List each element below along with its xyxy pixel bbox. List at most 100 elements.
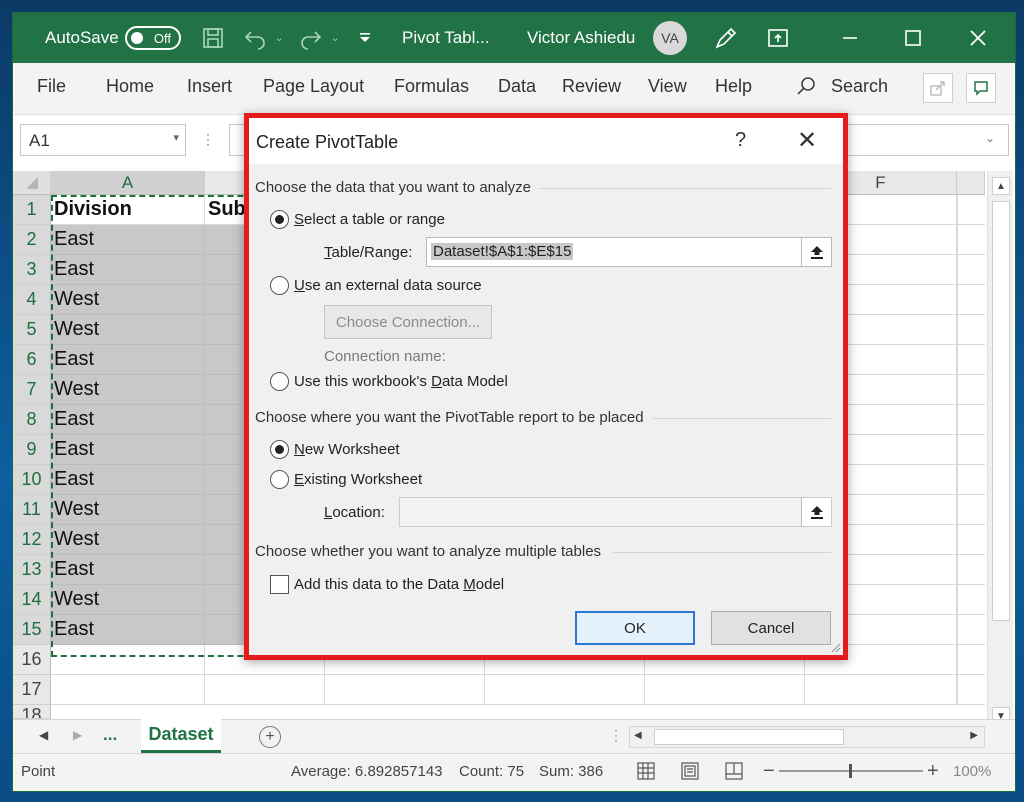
row-header[interactable]: 9 bbox=[13, 435, 51, 465]
choose-connection-button[interactable]: Choose Connection... bbox=[324, 305, 492, 339]
row-header[interactable]: 10 bbox=[13, 465, 51, 495]
add-data-model-checkbox[interactable] bbox=[270, 575, 289, 594]
more-sheets-button[interactable]: ... bbox=[103, 725, 117, 745]
undo-icon[interactable] bbox=[243, 13, 267, 63]
row-header[interactable]: 18 bbox=[13, 705, 51, 719]
zoom-level[interactable]: 100% bbox=[953, 754, 991, 788]
minimize-icon[interactable] bbox=[841, 13, 859, 63]
tab-file[interactable]: File bbox=[37, 63, 66, 109]
status-sum[interactable]: Sum: 386 bbox=[539, 754, 603, 788]
row-header[interactable]: 8 bbox=[13, 405, 51, 435]
cell[interactable]: West bbox=[51, 375, 205, 405]
dialog-close-icon[interactable]: ✕ bbox=[797, 126, 817, 155]
help-icon[interactable]: ? bbox=[735, 129, 746, 152]
row-header[interactable]: 15 bbox=[13, 615, 51, 645]
add-sheet-icon[interactable]: + bbox=[259, 726, 281, 748]
tab-data[interactable]: Data bbox=[498, 63, 536, 109]
ok-button[interactable]: OK bbox=[575, 611, 695, 645]
row-header[interactable]: 1 bbox=[13, 195, 51, 225]
redo-icon[interactable] bbox=[299, 13, 323, 63]
horizontal-scroll-thumb[interactable] bbox=[654, 729, 844, 745]
cell[interactable]: West bbox=[51, 495, 205, 525]
collapse-dialog-icon[interactable] bbox=[801, 498, 831, 526]
share-icon[interactable] bbox=[923, 73, 953, 103]
normal-view-icon[interactable] bbox=[637, 754, 655, 788]
pen-icon[interactable] bbox=[713, 13, 739, 63]
cell-a1[interactable]: Division bbox=[51, 195, 205, 225]
cell[interactable]: East bbox=[51, 555, 205, 585]
cell[interactable]: West bbox=[51, 585, 205, 615]
row-header[interactable]: 12 bbox=[13, 525, 51, 555]
radio-new-worksheet[interactable] bbox=[270, 440, 289, 459]
search-icon[interactable] bbox=[795, 63, 817, 109]
zoom-out-icon[interactable]: − bbox=[763, 754, 775, 788]
column-header-a[interactable]: A bbox=[51, 171, 205, 195]
sheet-tab-dataset[interactable]: Dataset bbox=[141, 719, 221, 753]
comments-icon[interactable] bbox=[966, 73, 996, 103]
radio-existing-worksheet[interactable] bbox=[270, 470, 289, 489]
column-g-cells[interactable] bbox=[957, 195, 985, 705]
row-header[interactable]: 3 bbox=[13, 255, 51, 285]
row-header[interactable]: 5 bbox=[13, 315, 51, 345]
cell[interactable] bbox=[805, 675, 957, 705]
autosave-toggle[interactable]: Off bbox=[125, 13, 181, 63]
radio-new-worksheet-label[interactable]: New Worksheet bbox=[294, 441, 400, 458]
user-name[interactable]: Victor Ashiedu bbox=[527, 13, 635, 63]
row-header[interactable]: 6 bbox=[13, 345, 51, 375]
row-header[interactable]: 11 bbox=[13, 495, 51, 525]
scroll-right-icon[interactable]: ▶ bbox=[970, 730, 978, 741]
tab-page-layout[interactable]: Page Layout bbox=[263, 63, 364, 109]
cell[interactable]: West bbox=[51, 525, 205, 555]
name-box[interactable]: A1 ▾ bbox=[20, 124, 186, 156]
radio-data-model-label[interactable]: Use this workbook's Data Model bbox=[294, 373, 508, 390]
expand-formula-icon[interactable]: ⌄ bbox=[985, 131, 995, 145]
row-header[interactable]: 4 bbox=[13, 285, 51, 315]
select-all-corner[interactable] bbox=[13, 171, 51, 195]
add-data-model-label[interactable]: Add this data to the Data Model bbox=[294, 576, 504, 593]
cell[interactable]: East bbox=[51, 435, 205, 465]
tab-help[interactable]: Help bbox=[715, 63, 752, 109]
radio-external-source[interactable] bbox=[270, 276, 289, 295]
ribbon-display-icon[interactable] bbox=[767, 13, 789, 63]
undo-dropdown-icon[interactable]: ⌄ bbox=[275, 13, 283, 63]
search-box[interactable]: Search bbox=[831, 63, 888, 109]
table-range-input[interactable]: Dataset!$A$1:$E$15 bbox=[426, 237, 832, 267]
radio-external-source-label[interactable]: Use an external data source bbox=[294, 277, 482, 294]
page-layout-view-icon[interactable] bbox=[681, 754, 699, 788]
close-icon[interactable] bbox=[969, 13, 987, 63]
redo-dropdown-icon[interactable]: ⌄ bbox=[331, 13, 339, 63]
cell[interactable]: West bbox=[51, 285, 205, 315]
cell[interactable] bbox=[485, 675, 645, 705]
row-header[interactable]: 14 bbox=[13, 585, 51, 615]
cell[interactable]: East bbox=[51, 345, 205, 375]
collapse-dialog-icon[interactable] bbox=[801, 238, 831, 266]
cell[interactable] bbox=[51, 675, 205, 705]
cell[interactable]: East bbox=[51, 225, 205, 255]
location-input[interactable] bbox=[399, 497, 832, 527]
vertical-scroll-thumb[interactable] bbox=[992, 201, 1010, 621]
cancel-button[interactable]: Cancel bbox=[711, 611, 831, 645]
row-header[interactable]: 16 bbox=[13, 645, 51, 675]
page-break-view-icon[interactable] bbox=[725, 754, 743, 788]
tab-insert[interactable]: Insert bbox=[187, 63, 232, 109]
row-header[interactable]: 7 bbox=[13, 375, 51, 405]
cell[interactable]: West bbox=[51, 315, 205, 345]
column-header-g[interactable] bbox=[957, 171, 985, 195]
cell[interactable] bbox=[325, 675, 485, 705]
next-sheet-icon[interactable]: ▶ bbox=[73, 728, 82, 742]
cell[interactable]: East bbox=[51, 465, 205, 495]
radio-select-table-label[interactable]: Select a table or range bbox=[294, 211, 445, 228]
save-icon[interactable] bbox=[201, 13, 225, 63]
vertical-scrollbar[interactable]: ▲ ▼ bbox=[987, 171, 1013, 725]
prev-sheet-icon[interactable]: ◀ bbox=[39, 728, 48, 742]
cell[interactable] bbox=[645, 675, 805, 705]
customize-icon[interactable] bbox=[358, 13, 372, 63]
row-header[interactable]: 17 bbox=[13, 675, 51, 705]
scroll-up-icon[interactable]: ▲ bbox=[992, 177, 1010, 195]
cell[interactable] bbox=[205, 675, 325, 705]
zoom-slider[interactable] bbox=[779, 754, 923, 788]
row-header[interactable]: 2 bbox=[13, 225, 51, 255]
horizontal-scrollbar[interactable]: ◀ ▶ bbox=[629, 726, 985, 748]
cell[interactable] bbox=[51, 645, 205, 675]
status-average[interactable]: Average: 6.892857143 bbox=[291, 754, 443, 788]
